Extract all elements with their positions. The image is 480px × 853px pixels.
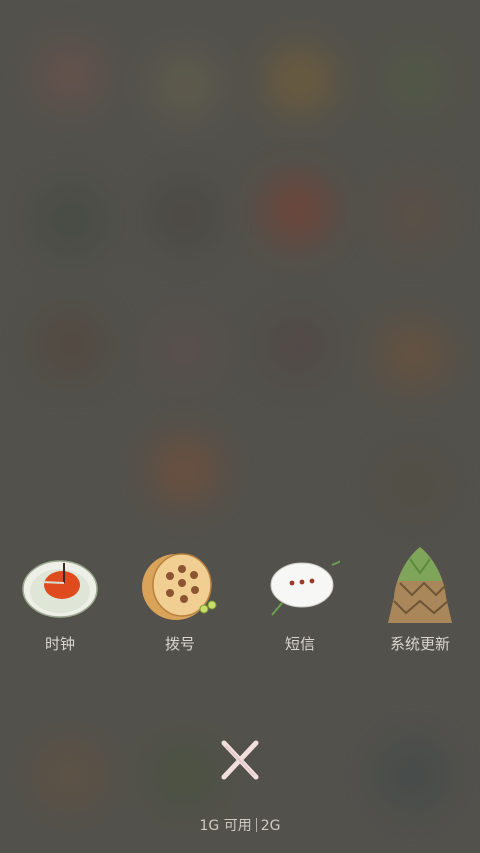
clock-icon — [22, 560, 98, 618]
messages-icon — [270, 560, 340, 616]
recent-apps-row: 时钟 拨号 短信 系统更新 — [0, 545, 480, 665]
dialer-icon — [142, 553, 217, 620]
blurred-home-screen — [0, 0, 480, 853]
system-update-icon — [388, 547, 452, 623]
memory-available: 1G 可用 — [199, 818, 252, 834]
app-label-system-update: 系统更新 — [389, 635, 450, 653]
memory-separator — [255, 818, 257, 832]
memory-status: 1G 可用 2G — [0, 815, 480, 835]
clear-all-button[interactable] — [218, 737, 262, 781]
app-label-clock: 时钟 — [44, 635, 75, 653]
memory-total: 2G — [260, 818, 281, 834]
app-label-dialer: 拨号 — [164, 635, 195, 653]
close-icon — [221, 740, 259, 780]
app-label-messages: 短信 — [284, 635, 315, 653]
